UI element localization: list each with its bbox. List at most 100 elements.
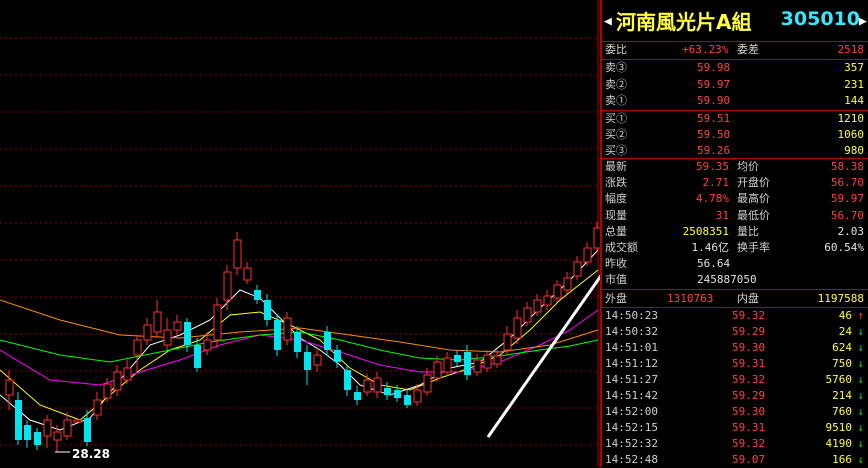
candle-body — [354, 392, 361, 400]
stat-row: 涨跌 2.71 开盘价 56.70 — [602, 175, 866, 191]
tick-time: 14:51:42 — [605, 389, 658, 402]
buy-level-volume: 1210 — [837, 112, 865, 125]
stat-value: 59.35 — [695, 160, 729, 173]
stat-row: 总量 2508351 量比 2.03 — [602, 224, 866, 240]
stat-value-2: 56.70 — [830, 208, 864, 222]
stat-label: 涨跌 — [605, 176, 627, 190]
candle-body — [433, 361, 442, 379]
inner-volume-value: 1197588 — [817, 292, 864, 305]
buy-level-label: 买① — [605, 112, 627, 125]
buy-level-volume: 1060 — [837, 128, 865, 141]
stat-row: 市值 245887050 — [602, 272, 866, 288]
sell-level-row[interactable]: 卖② 59.97 231 — [602, 77, 866, 93]
candle-body — [73, 419, 82, 423]
candle-body — [513, 317, 522, 339]
committee-ratio-label: 委比 — [605, 43, 627, 56]
tick-row[interactable]: 14:50:23 59.32 46 ↑ — [602, 308, 866, 324]
candle-body — [454, 355, 461, 362]
candle-body — [373, 377, 382, 393]
sell-level-price: 59.90 — [697, 94, 731, 107]
tick-direction-icon: ↓ — [857, 325, 864, 338]
candle-body — [283, 317, 292, 341]
kline-svg[interactable]: 28.28 — [0, 0, 600, 467]
candle-body — [133, 339, 142, 356]
divider — [602, 289, 868, 290]
low-price-marker: 28.28 — [55, 447, 110, 461]
quote-header: ◀ 河南風光片A組 305010 ▶ — [602, 4, 868, 38]
tick-price: 59.32 — [732, 309, 766, 322]
buy-level-row[interactable]: 买① 59.51 1210 — [602, 111, 866, 127]
tick-direction-icon: ↑ — [857, 309, 864, 322]
candle-body — [493, 355, 502, 365]
committee-diff-label: 委差 — [737, 43, 759, 56]
candle-body — [173, 321, 182, 331]
candle-body — [184, 322, 191, 345]
tick-direction-icon: ↓ — [857, 357, 864, 370]
tick-row[interactable]: 14:52:00 59.30 760 ↓ — [602, 404, 866, 420]
sell-level-label: 卖① — [605, 94, 627, 107]
candle-body — [294, 332, 301, 352]
tick-direction-icon: ↓ — [857, 341, 864, 354]
candle-body — [533, 299, 542, 313]
stock-code: 305010 — [780, 8, 860, 30]
tick-row[interactable]: 14:52:15 59.31 9510 ↓ — [602, 420, 866, 436]
stat-label: 成交额 — [605, 241, 638, 254]
tick-volume: 24 — [838, 325, 852, 338]
candle-body — [553, 284, 562, 299]
candle-body — [413, 389, 422, 403]
candle-body — [583, 247, 592, 263]
candle-body — [254, 290, 261, 300]
candle-body — [423, 374, 432, 393]
stock-name: 河南風光片A組 — [616, 10, 752, 34]
prev-stock-icon[interactable]: ◀ — [604, 14, 613, 30]
candle-body — [223, 271, 232, 301]
tick-volume: 46 — [838, 309, 852, 322]
quote-panel: ◀ 河南風光片A組 305010 ▶ 委比 +63.23% 委差 2518 卖③… — [600, 0, 868, 467]
tick-row[interactable]: 14:50:32 59.29 24 ↓ — [602, 324, 866, 340]
stat-row: 现量 31 最低价 56.70 — [602, 208, 866, 224]
tick-time: 14:50:32 — [605, 325, 658, 338]
tick-row[interactable]: 14:51:42 59.29 214 ↓ — [602, 388, 866, 404]
tick-row[interactable]: 14:51:27 59.32 5760 ↓ — [602, 372, 866, 388]
chart-grid — [0, 0, 600, 467]
candle-body — [464, 352, 471, 375]
next-stock-icon[interactable]: ▶ — [859, 14, 868, 30]
sell-level-row[interactable]: 卖③ 59.98 357 — [602, 60, 866, 76]
sell-level-volume: 357 — [844, 61, 864, 74]
tick-row[interactable]: 14:51:12 59.31 750 ↓ — [602, 356, 866, 372]
buy-level-label: 买③ — [605, 144, 627, 157]
candle-body — [394, 390, 401, 398]
tick-direction-icon: ↓ — [857, 421, 864, 434]
sell-level-label: 卖② — [605, 77, 627, 91]
stat-value: 245887050 — [697, 273, 757, 287]
candle-body — [194, 345, 201, 368]
candle-body — [384, 388, 391, 395]
stat-label: 市值 — [605, 273, 627, 287]
stat-value-2: 56.70 — [830, 176, 864, 190]
tick-row[interactable]: 14:52:48 59.07 166 ↓ — [602, 452, 866, 468]
buy-level-row[interactable]: 买③ 59.26 980 — [602, 143, 866, 159]
stat-row: 昨收 56.64 — [602, 256, 866, 272]
tick-price: 59.31 — [732, 357, 766, 370]
sell-level-row[interactable]: 卖① 59.90 144 — [602, 93, 866, 109]
candle-body — [543, 295, 552, 306]
stat-label: 总量 — [605, 224, 627, 238]
candle-body — [483, 354, 492, 369]
candle-body — [93, 399, 102, 416]
candle-body — [63, 419, 72, 437]
candle-body — [334, 350, 341, 362]
buy-level-price: 59.50 — [697, 128, 731, 141]
tick-time: 14:52:48 — [605, 453, 658, 466]
tick-time: 14:52:00 — [605, 405, 658, 418]
stat-value-2: 59.97 — [830, 192, 864, 206]
buy-level-row[interactable]: 买② 59.50 1060 — [602, 127, 866, 143]
inner-volume-label: 内盘 — [737, 292, 759, 305]
sell-level-price: 59.98 — [697, 61, 731, 74]
tick-row[interactable]: 14:51:01 59.30 624 ↓ — [602, 340, 866, 356]
tick-row[interactable]: 14:52:32 59.32 4190 ↓ — [602, 436, 866, 452]
candle-body — [213, 304, 222, 341]
candle-body — [43, 419, 52, 437]
kline-chart[interactable]: 28.28 — [0, 0, 600, 467]
candlesticks — [5, 222, 600, 452]
outer-volume-label: 外盘 — [605, 292, 627, 305]
